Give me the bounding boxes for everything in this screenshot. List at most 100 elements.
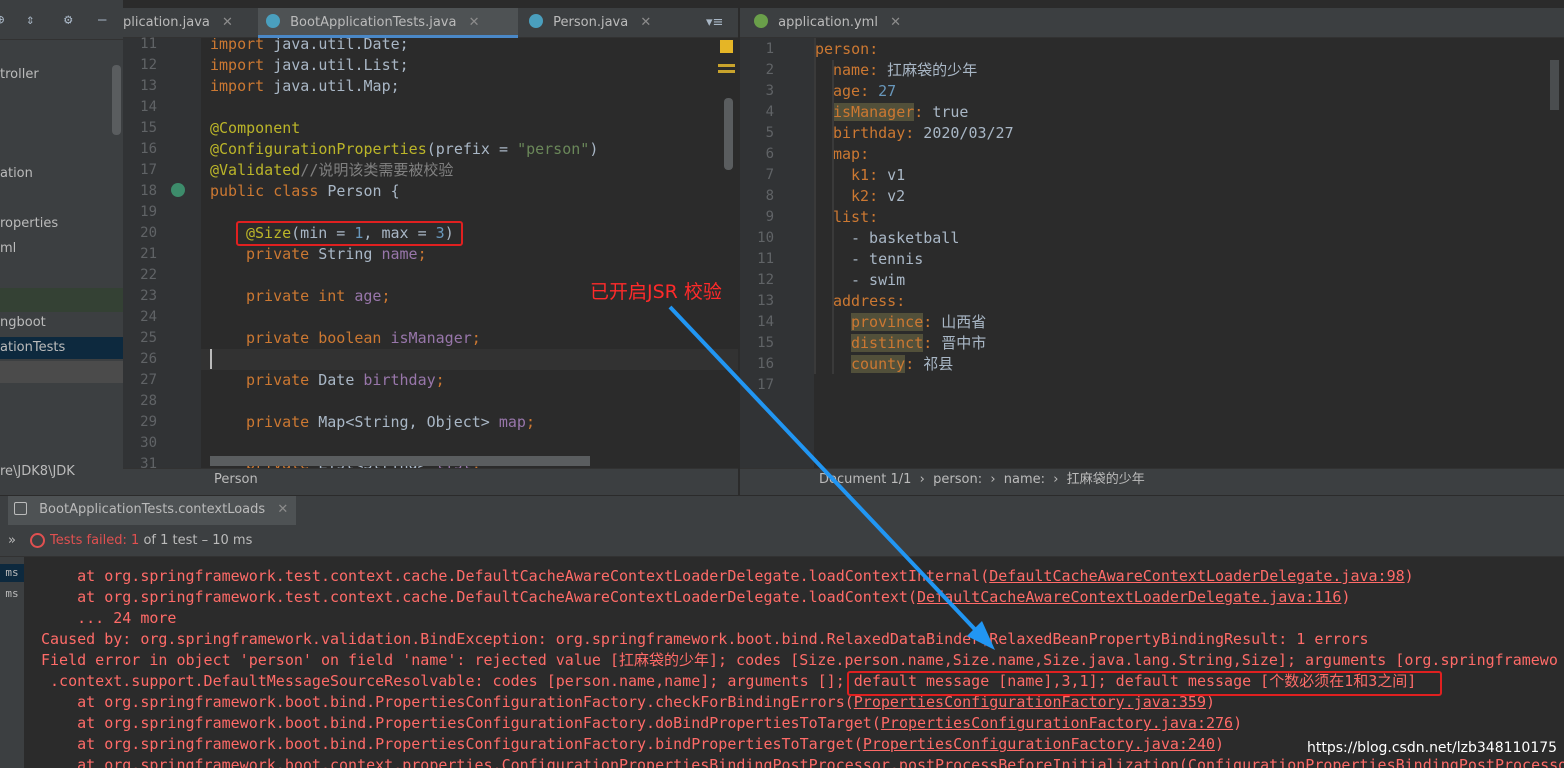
yml-line-15: distinct: 晋中市 — [851, 334, 987, 352]
yml-line-3: age: 27 — [833, 82, 897, 100]
stack-link[interactable]: PropertiesConfigurationFactory.java:240 — [863, 735, 1215, 753]
sidebar-item-controller[interactable]: troller — [0, 64, 123, 86]
run-tool-header: BootApplicationTests.contextLoads ✕ — [0, 495, 1564, 526]
line-number: 11 — [140, 36, 157, 52]
line-number: 22 — [140, 267, 157, 283]
code-line-21: private String name; — [246, 245, 427, 263]
yml-editor[interactable]: person: name: 扛麻袋的少年 age: 27 isManager: … — [814, 38, 1564, 468]
tab-application-yml[interactable]: application.yml ✕ — [746, 8, 918, 38]
expand-icon[interactable]: » — [8, 525, 16, 556]
tab-boot-application-tests[interactable]: BootApplicationTests.java ✕ — [258, 8, 518, 38]
test-tree-item[interactable]: ms — [0, 585, 24, 603]
close-icon[interactable]: ✕ — [640, 15, 651, 30]
java-breadcrumb-gutter — [123, 468, 201, 495]
indent-guide — [832, 60, 834, 374]
java-editor[interactable]: import java.util.Date; import java.util.… — [201, 38, 738, 468]
locate-icon[interactable]: ⊕ — [0, 13, 4, 27]
line-number: 19 — [140, 204, 157, 220]
line-number: 1 — [765, 41, 774, 57]
sidebar-item-jdk[interactable]: re\JDK8\JDK — [0, 461, 123, 483]
stack-link[interactable]: DefaultCacheAwareContextLoaderDelegate.j… — [917, 588, 1341, 606]
console-line: at org.springframework.test.context.cach… — [41, 567, 1414, 585]
line-number: 12 — [140, 57, 157, 73]
java-class-icon — [266, 14, 280, 28]
line-number: 14 — [757, 314, 774, 330]
run-tab[interactable]: BootApplicationTests.contextLoads ✕ — [8, 496, 297, 526]
close-icon[interactable]: ✕ — [469, 15, 480, 30]
error-stripe-marker[interactable] — [718, 64, 735, 67]
console-line: at org.springframework.boot.bind.Propert… — [41, 714, 1243, 732]
java-tab-bar: plication.java ✕ BootApplicationTests.ja… — [123, 8, 738, 38]
line-number: 7 — [765, 167, 774, 183]
line-number: 12 — [757, 272, 774, 288]
line-number: 13 — [140, 78, 157, 94]
sidebar-item-springboot[interactable]: ngboot — [0, 312, 123, 334]
sidebar-item-application[interactable]: ation — [0, 163, 123, 185]
close-icon[interactable]: ✕ — [890, 15, 901, 30]
java-breadcrumb[interactable]: Person — [201, 468, 738, 495]
warning-marker-icon[interactable] — [720, 40, 733, 53]
tab-list-icon[interactable]: ▾≡ — [698, 8, 734, 38]
sidebar-item-application-tests[interactable]: ationTests — [0, 337, 123, 359]
yml-line-10: - basketball — [851, 229, 960, 247]
sidebar-item-springboot-bg — [0, 288, 123, 312]
line-number: 15 — [140, 120, 157, 136]
code-line-25: private boolean isManager; — [246, 329, 481, 347]
stack-link[interactable]: DefaultCacheAwareContextLoaderDelegate.j… — [989, 567, 1404, 585]
test-tree-item[interactable]: ms — [0, 564, 24, 582]
sidebar-item-yml[interactable]: ml — [0, 238, 123, 260]
collapse-all-icon[interactable]: ⇕ — [26, 13, 34, 27]
gear-icon[interactable]: ⚙ — [64, 13, 72, 27]
line-number: 23 — [140, 288, 157, 304]
stack-link[interactable]: PropertiesConfigurationFactory.java:276 — [881, 714, 1233, 732]
sidebar-item-selected-blank[interactable] — [0, 361, 123, 383]
line-number: 11 — [757, 251, 774, 267]
yml-line-6: map: — [833, 145, 870, 163]
tab-label: BootApplicationTests.java — [290, 15, 457, 30]
line-number: 27 — [140, 372, 157, 388]
line-number: 4 — [765, 104, 774, 120]
close-icon[interactable]: ✕ — [222, 15, 233, 30]
java-gutter: 11 12 13 14 15 16 17 18 19 20 21 22 23 2… — [123, 36, 201, 472]
watermark: https://blog.csdn.net/lzb348110175 — [1307, 740, 1558, 756]
code-line-16: @ConfigurationProperties(prefix = "perso… — [210, 140, 599, 158]
run-tab-label: BootApplicationTests.contextLoads — [39, 502, 266, 517]
run-config-icon — [14, 502, 27, 515]
console-line: at org.springframework.boot.bind.Propert… — [41, 735, 1225, 753]
yml-line-11: - tennis — [851, 250, 924, 268]
code-line-29: private Map<String, Object> map; — [246, 413, 535, 431]
java-scrollbar[interactable] — [724, 98, 733, 170]
console-line: at org.springframework.boot.context.prop… — [41, 756, 1564, 768]
yml-line-12: - swim — [851, 271, 906, 289]
line-number: 21 — [140, 246, 157, 262]
indent-guide — [814, 38, 816, 374]
tab-person[interactable]: Person.java ✕ — [521, 8, 671, 38]
code-line-17: @Validated//说明该类需要被校验 — [210, 161, 454, 179]
yml-line-14: province: 山西省 — [851, 313, 987, 331]
sidebar-scrollbar[interactable] — [112, 65, 121, 135]
sidebar-item-properties[interactable]: roperties — [0, 213, 123, 235]
annotation-highlight-size — [236, 221, 463, 246]
bean-gutter-icon[interactable] — [171, 183, 185, 197]
horizontal-scrollbar[interactable] — [210, 456, 590, 466]
line-number: 24 — [140, 309, 157, 325]
line-number: 29 — [140, 414, 157, 430]
line-number: 14 — [140, 99, 157, 115]
line-number: 6 — [765, 146, 774, 162]
close-icon[interactable]: ✕ — [277, 502, 288, 517]
yml-breadcrumb[interactable]: Document 1/1 › person: › name: › 扛麻袋的少年 — [740, 468, 1564, 495]
annotation-highlight-message — [847, 671, 1442, 696]
hide-icon[interactable]: — — [98, 13, 106, 27]
line-number: 5 — [765, 125, 774, 141]
yml-line-4: isManager: true — [833, 103, 969, 121]
console-line: Field error in object 'person' on field … — [41, 651, 1558, 669]
yml-line-2: name: 扛麻袋的少年 — [833, 61, 978, 79]
tab-label: Person.java — [553, 15, 629, 30]
tab-label: application.yml — [778, 15, 878, 30]
error-stripe-marker[interactable] — [718, 70, 735, 73]
line-number: 17 — [757, 377, 774, 393]
yml-line-5: birthday: 2020/03/27 — [833, 124, 1014, 142]
test-failed-icon — [30, 533, 45, 548]
yml-scrollbar[interactable] — [1550, 60, 1559, 110]
console-output[interactable]: at org.springframework.test.context.cach… — [24, 557, 1564, 768]
